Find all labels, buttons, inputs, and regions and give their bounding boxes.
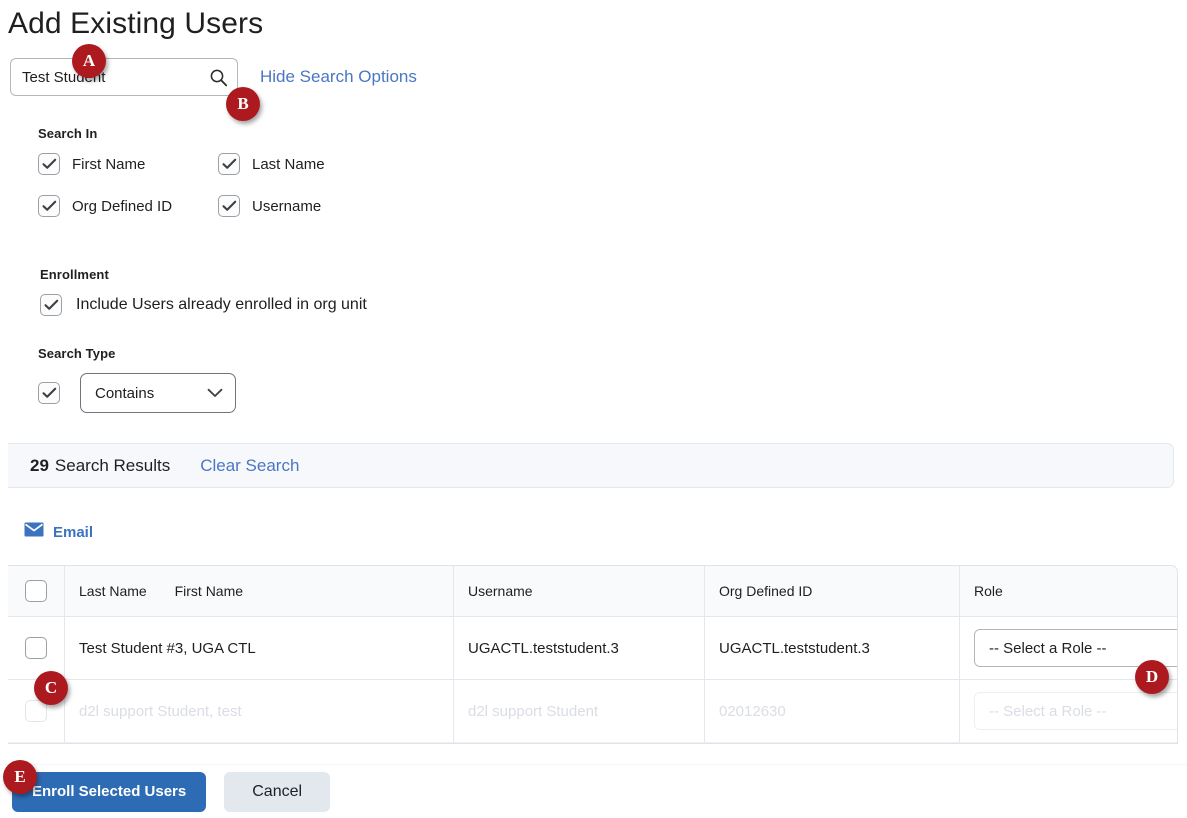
search-in-option-org-defined-id[interactable]: Org Defined ID	[38, 195, 218, 217]
table-header-select-all[interactable]	[8, 566, 65, 617]
search-in-group: Search In First Name Last Name Org Defin…	[38, 126, 1187, 237]
callout-badge-b: B	[226, 87, 260, 121]
search-input[interactable]	[11, 59, 237, 95]
search-in-option-label: Username	[252, 198, 321, 215]
table-header-first-name[interactable]: First Name	[175, 583, 243, 599]
search-row: Hide Search Options	[0, 42, 1187, 96]
role-select-value: -- Select a Role --	[989, 703, 1107, 720]
row-username: UGACTL.teststudent.3	[454, 617, 705, 680]
search-type-row: Contains	[38, 373, 1187, 413]
hide-search-options-link[interactable]: Hide Search Options	[260, 67, 417, 87]
checkbox-search-type[interactable]	[38, 382, 60, 404]
row-select-cell[interactable]	[8, 617, 65, 680]
callout-badge-d: D	[1135, 660, 1169, 694]
envelope-icon	[24, 522, 44, 542]
search-in-option-username[interactable]: Username	[218, 195, 398, 217]
enrollment-option-label: Include Users already enrolled in org un…	[76, 296, 367, 314]
enrollment-label: Enrollment	[40, 267, 1187, 282]
search-type-label: Search Type	[38, 346, 1187, 361]
checkbox-org-defined-id[interactable]	[38, 195, 60, 217]
row-org-defined-id: 02012630	[705, 680, 960, 743]
row-org-defined-id: UGACTL.teststudent.3	[705, 617, 960, 680]
search-type-select[interactable]: Contains	[80, 373, 236, 413]
cancel-button[interactable]: Cancel	[224, 772, 330, 812]
enrollment-option[interactable]: Include Users already enrolled in org un…	[40, 294, 1187, 316]
checkbox-select-all[interactable]	[25, 580, 47, 602]
email-action[interactable]: Email	[24, 522, 1187, 542]
table-header-last-name[interactable]: Last Name	[79, 583, 147, 599]
checkbox-username[interactable]	[218, 195, 240, 217]
search-in-option-first-name[interactable]: First Name	[38, 153, 218, 175]
checkbox-first-name[interactable]	[38, 153, 60, 175]
search-in-label: Search In	[38, 126, 1187, 141]
search-results-label: Search Results	[55, 456, 170, 476]
search-type-group: Search Type Contains	[38, 346, 1187, 413]
users-table: Last Name First Name Username Org Define…	[8, 566, 1178, 743]
table-header-org-defined-id[interactable]: Org Defined ID	[705, 566, 960, 617]
checkbox-include-enrolled[interactable]	[40, 294, 62, 316]
search-results-count: 29	[30, 456, 49, 476]
enrollment-group: Enrollment Include Users already enrolle…	[38, 267, 1187, 316]
row-name: d2l support Student, test	[65, 680, 454, 743]
search-type-selected-value: Contains	[95, 385, 154, 402]
role-select-value: -- Select a Role --	[989, 640, 1107, 657]
table-header-role: Role	[960, 566, 1179, 617]
row-name: Test Student #3, UGA CTL	[65, 617, 454, 680]
search-box[interactable]	[10, 58, 238, 96]
users-table-container: Last Name First Name Username Org Define…	[8, 565, 1178, 744]
role-select[interactable]: -- Select a Role --	[974, 692, 1178, 730]
search-results-bar: 29 Search Results Clear Search	[8, 443, 1174, 488]
table-row: d2l support Student, test d2l support St…	[8, 680, 1178, 743]
clear-search-link[interactable]: Clear Search	[200, 456, 299, 476]
table-header-username[interactable]: Username	[454, 566, 705, 617]
table-row: Test Student #3, UGA CTL UGACTL.teststud…	[8, 617, 1178, 680]
checkbox-row-select[interactable]	[25, 637, 47, 659]
callout-badge-c: C	[34, 671, 68, 705]
search-in-option-label: Org Defined ID	[72, 198, 172, 215]
table-header-names: Last Name First Name	[65, 566, 454, 617]
callout-badge-e: E	[3, 760, 37, 794]
search-in-option-last-name[interactable]: Last Name	[218, 153, 398, 175]
row-username: d2l support Student	[454, 680, 705, 743]
search-in-options: First Name Last Name Org Defined ID User…	[38, 153, 458, 237]
search-in-option-label: First Name	[72, 156, 145, 173]
callout-badge-a: A	[72, 44, 106, 78]
footer-action-bar: Enroll Selected Users Cancel	[0, 765, 1187, 818]
search-in-option-label: Last Name	[252, 156, 325, 173]
table-header-row: Last Name First Name Username Org Define…	[8, 566, 1178, 617]
enroll-selected-users-button[interactable]: Enroll Selected Users	[12, 772, 206, 812]
email-label[interactable]: Email	[53, 524, 93, 541]
page-title: Add Existing Users	[0, 0, 1187, 42]
search-options-panel: Search In First Name Last Name Org Defin…	[0, 96, 1187, 413]
chevron-down-icon	[207, 385, 223, 402]
checkbox-last-name[interactable]	[218, 153, 240, 175]
